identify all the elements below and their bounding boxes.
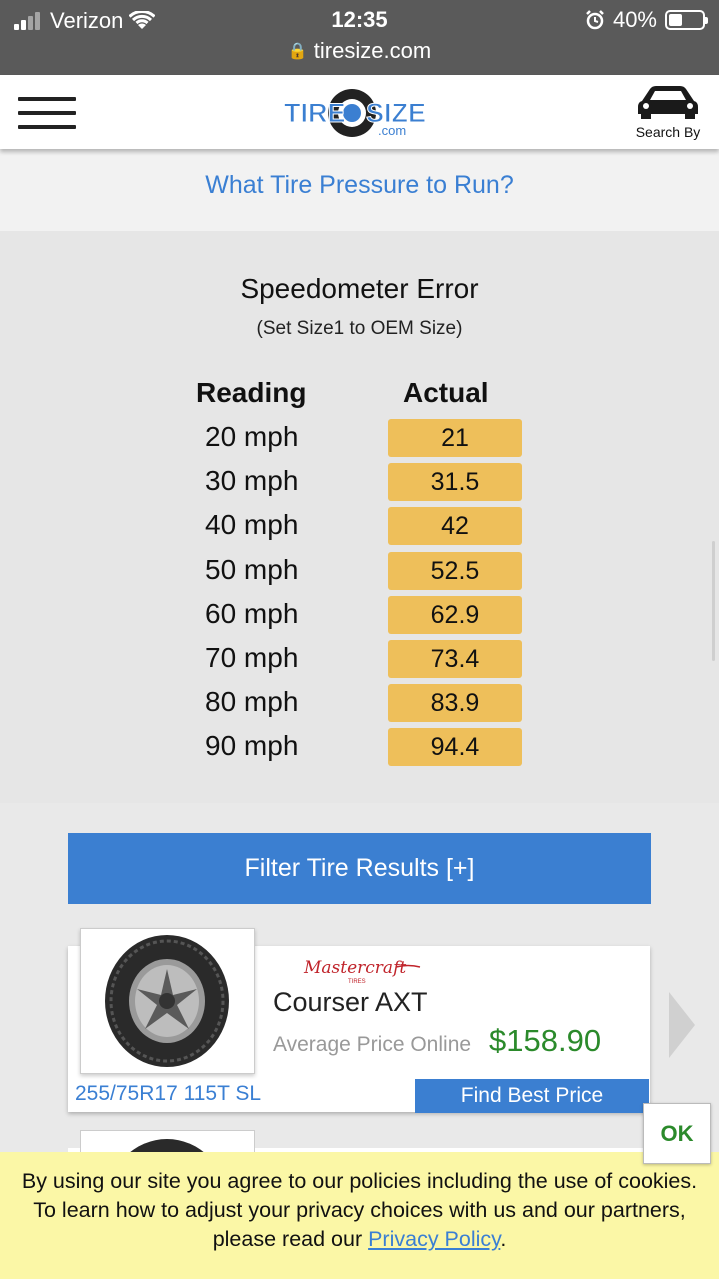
table-row: 40 mph 42 (0, 507, 719, 551)
pressure-section: What Tire Pressure to Run? (0, 149, 719, 231)
table-row: 60 mph 62.9 (0, 595, 719, 640)
reading-value: 60 mph (205, 597, 299, 629)
actual-value: 21 (388, 419, 522, 457)
table-row: 80 mph 83.9 (0, 684, 719, 728)
logo-domain: .com (378, 123, 406, 138)
filter-results-button[interactable]: Filter Tire Results [+] (68, 833, 651, 904)
battery-fill (669, 14, 682, 26)
reading-value: 70 mph (205, 641, 299, 673)
tire-image[interactable] (80, 928, 255, 1074)
address-bar[interactable]: 🔒 tiresize.com (0, 38, 719, 64)
reading-value: 40 mph (205, 509, 299, 541)
tire-pressure-link[interactable]: What Tire Pressure to Run? (0, 149, 719, 200)
url-text: tiresize.com (313, 38, 432, 63)
cookie-ok-button[interactable]: OK (643, 1103, 711, 1164)
table-row: 30 mph 31.5 (0, 463, 719, 507)
reading-header: Reading (196, 377, 307, 408)
status-right: 40% (585, 7, 708, 33)
section-title: Speedometer Error (240, 273, 479, 304)
mastercraft-logo: Mastercraft TIRES (303, 958, 421, 985)
reading-value: 80 mph (205, 686, 299, 718)
privacy-policy-link[interactable]: Privacy Policy (368, 1227, 500, 1251)
car-icon (638, 86, 698, 119)
reading-value: 90 mph (205, 730, 299, 762)
actual-header: Actual (403, 377, 489, 408)
search-by-button[interactable]: Search By (631, 83, 705, 140)
lock-icon: 🔒 (287, 43, 308, 60)
speedometer-error-section: Speedometer Error (Set Size1 to OEM Size… (0, 231, 719, 803)
actual-value: 94.4 (388, 728, 522, 767)
actual-value: 73.4 (388, 639, 522, 678)
cookie-banner: By using our site you agree to our polic… (0, 1152, 719, 1279)
reading-value: 20 mph (205, 421, 299, 452)
table-row: 70 mph 73.4 (0, 639, 719, 684)
average-price-label: Average Price Online (273, 1033, 472, 1056)
table-row: 20 mph 21 (0, 419, 719, 463)
tire-price: $158.90 (489, 1023, 602, 1058)
reading-value: 50 mph (205, 553, 299, 585)
logo-text-left: TIRE (284, 98, 346, 128)
reading-value: 30 mph (205, 465, 299, 497)
menu-icon[interactable] (18, 97, 76, 129)
tire-model[interactable]: Courser AXT (273, 987, 428, 1018)
brand-sub: TIRES (348, 979, 366, 985)
alarm-icon (586, 10, 604, 30)
scrollbar[interactable] (712, 541, 715, 661)
cookie-text-end: . (500, 1227, 507, 1251)
actual-value: 31.5 (388, 463, 522, 502)
actual-value: 83.9 (388, 684, 522, 723)
table-row: 50 mph 52.5 (0, 551, 719, 596)
chevron-right-icon[interactable] (667, 990, 697, 1060)
status-bar: Verizon 12:35 40% 🔒 tiresize.com (0, 0, 719, 75)
actual-value: 42 (388, 507, 522, 546)
battery-icon (665, 10, 708, 30)
speed-table: 20 mph 21 30 mph 31.5 40 mph 42 50 mph 52.5 … (0, 419, 719, 773)
battery-percent: 40% (612, 7, 657, 32)
actual-value: 62.9 (388, 595, 522, 634)
brand-name: Mastercraft (303, 958, 406, 978)
site-header: TIRE SIZE .com Search By (0, 75, 719, 149)
cookie-text: By using our site you agree to our polic… (21, 1169, 698, 1251)
search-by-label: Search By (635, 124, 701, 140)
actual-value: 52.5 (388, 551, 522, 590)
tiresize-logo[interactable]: TIRE SIZE .com (282, 87, 438, 139)
tire-size-link[interactable]: 255/75R17 115T SL (75, 1082, 261, 1106)
table-row: 90 mph 94.4 (0, 728, 719, 772)
section-subtitle: (Set Size1 to OEM Size) (256, 318, 463, 339)
find-best-price-button[interactable]: Find Best Price (415, 1079, 649, 1113)
